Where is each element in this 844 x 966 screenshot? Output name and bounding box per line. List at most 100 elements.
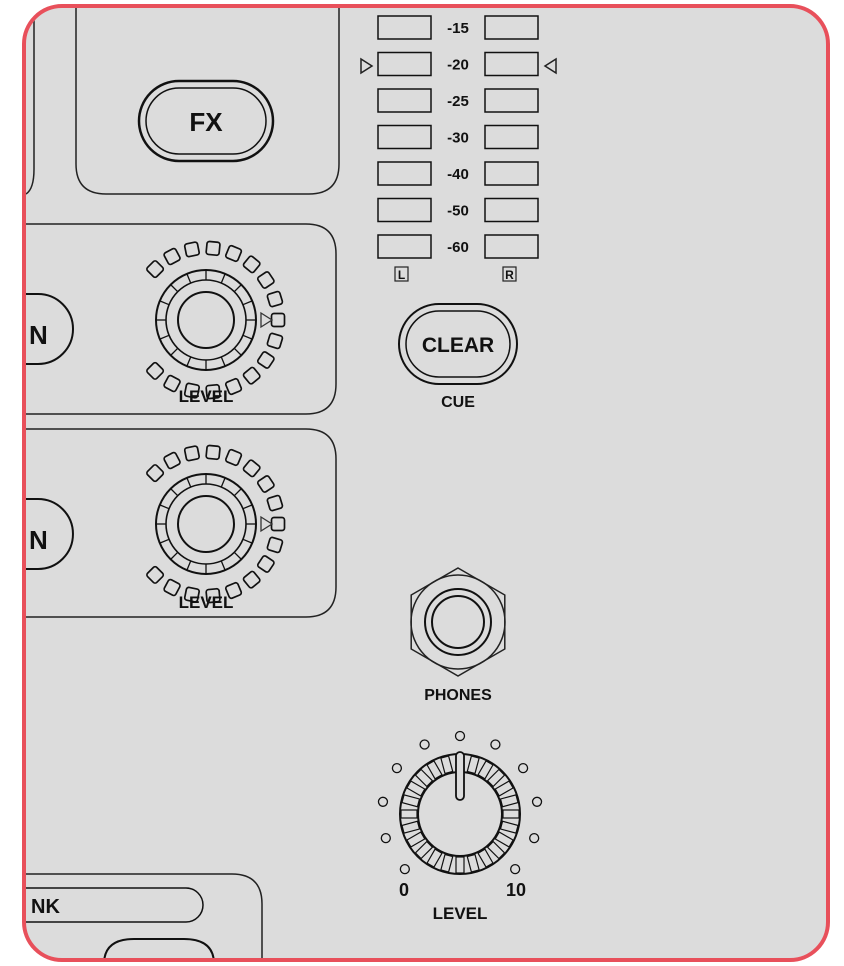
bank-label-box: NK [26, 887, 204, 923]
phones-knob-grip [466, 755, 480, 775]
knob-led [266, 536, 284, 554]
meter-scale-label: -40 [447, 166, 469, 183]
level-dot [419, 739, 430, 750]
phones-knob-grip [401, 794, 421, 808]
meter-right-segment [484, 15, 539, 40]
knob-led [242, 459, 261, 478]
phones-level-label: LEVEL [433, 904, 488, 923]
meter-scale-label: -30 [447, 130, 469, 147]
bank-button[interactable] [103, 938, 215, 958]
channel-2-level-knob[interactable] [146, 444, 286, 604]
cue-label: CUE [441, 394, 475, 411]
meter-right-segment [484, 234, 539, 259]
knob-led [224, 448, 243, 467]
level-dot [510, 864, 521, 875]
knob-led [270, 516, 286, 532]
knob-pointer-icon [260, 311, 274, 329]
knob-grip [186, 356, 192, 367]
meter-left-segment [377, 124, 432, 150]
fx-button-label: FX [189, 107, 223, 137]
meter-scale-label: -15 [447, 20, 469, 37]
meter-left-segment [377, 51, 432, 77]
meter-left-segment [377, 161, 432, 186]
knob-grip [233, 551, 242, 560]
meter-scale-label: -50 [447, 203, 469, 220]
channel-2-level-label: LEVEL [179, 593, 234, 612]
knob-grip [220, 356, 226, 367]
level-dot [454, 730, 466, 742]
knob-led [146, 361, 165, 380]
level-dot [517, 763, 529, 774]
cue-clear-button-label: CLEAR [422, 334, 494, 357]
phones-jack[interactable] [410, 567, 506, 677]
level-dot [399, 864, 410, 875]
knob-grip [186, 273, 192, 284]
knob-grip [220, 477, 226, 488]
level-dot [490, 739, 501, 750]
phones-level-max-label: 10 [506, 880, 526, 900]
knob-grip [159, 300, 170, 306]
knob-grip [186, 560, 192, 571]
knob-led [256, 475, 275, 493]
knob-led [183, 445, 201, 462]
level-dot [377, 796, 389, 807]
knob-led [146, 565, 165, 584]
phones-knob-grip [499, 794, 519, 808]
meter-left-segment [377, 88, 432, 113]
phones-level-knob[interactable] [377, 730, 543, 875]
phones-knob-grip [466, 853, 480, 873]
meter-right-segment [484, 51, 539, 77]
cue-clear-button[interactable]: CLEAR [398, 303, 518, 385]
knob-led [270, 312, 286, 328]
meter-right-segment [484, 88, 539, 113]
level-meter: -15 -20 -25 -30 -40 -50 -60 [377, 15, 539, 259]
knob-grip [233, 284, 242, 293]
phones-level-min-label: 0 [399, 880, 409, 900]
knob-grip [220, 273, 226, 284]
fx-button[interactable]: FX [137, 79, 275, 163]
phones-knob-grip [440, 853, 454, 873]
knob-led [266, 290, 284, 308]
knob-grip [159, 538, 170, 544]
knob-led [242, 570, 261, 589]
meter-scale-label: -20 [447, 57, 469, 74]
knob-grip [242, 300, 253, 306]
meter-left-segment [377, 197, 432, 223]
knob-pointer-icon [260, 515, 274, 533]
knob-grip [242, 504, 253, 510]
mixer-panel-frame: FX N N LEVEL LEVEL -15 -20 -25 -30 -40 -50 -60… [22, 4, 830, 962]
knob-grip [170, 284, 179, 293]
meter-right-pointer-icon [543, 57, 557, 75]
knob-led [205, 240, 221, 257]
phones-knob-indicator [455, 751, 465, 801]
meter-left-pointer-icon [360, 57, 374, 75]
knob-led [256, 271, 275, 289]
knob-grip [159, 504, 170, 510]
meter-left-segment [377, 15, 432, 40]
knob-grip [233, 347, 242, 356]
knob-grip [242, 538, 253, 544]
channel-2-button[interactable]: N [26, 498, 74, 570]
knob-led [146, 464, 165, 483]
phones-knob-grip [499, 820, 519, 834]
bank-label: NK [31, 896, 60, 918]
knob-led [163, 451, 181, 470]
channel-1-level-knob[interactable] [146, 240, 286, 400]
knob-led [163, 247, 181, 266]
meter-right-segment [484, 161, 539, 186]
knob-grip [242, 334, 253, 340]
knob-led [183, 241, 201, 258]
meter-right-segment [484, 124, 539, 150]
bank-section-border [26, 873, 263, 958]
knob-led [242, 366, 261, 385]
knob-led [224, 244, 243, 263]
knob-led [205, 444, 221, 461]
channel-1-button[interactable]: N [26, 293, 74, 365]
meter-right-label: R [505, 268, 514, 282]
knob-grip [233, 488, 242, 497]
meter-left-segment [377, 234, 432, 259]
meter-left-label: L [398, 268, 405, 282]
phones-knob-grip [400, 809, 418, 819]
phones-label: PHONES [424, 687, 492, 704]
knob-grip [170, 488, 179, 497]
